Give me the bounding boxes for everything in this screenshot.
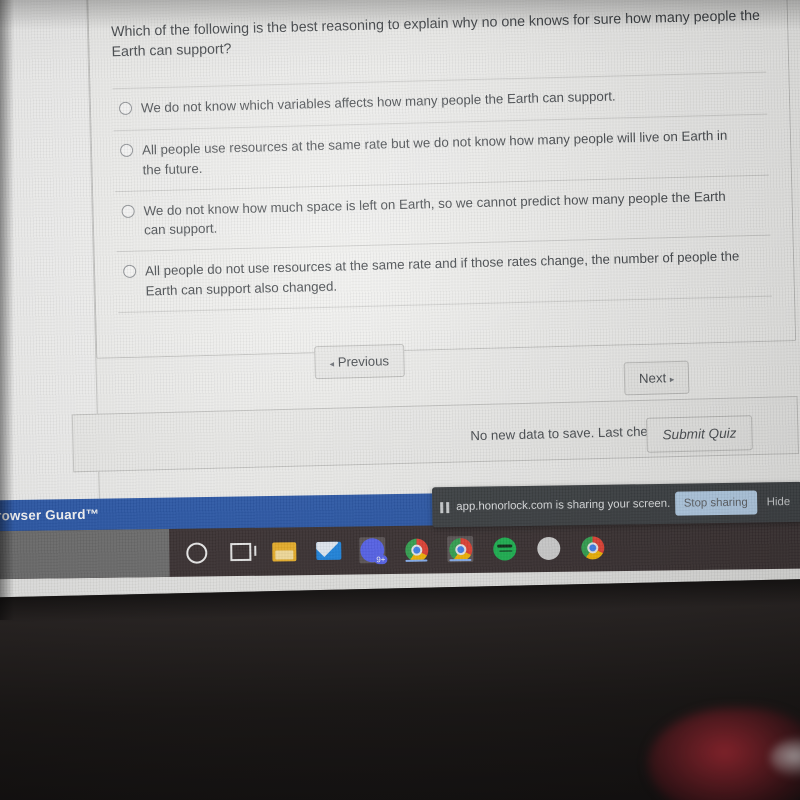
radio-button-icon[interactable]: [121, 204, 135, 218]
spotify-icon[interactable]: [491, 535, 517, 561]
chrome-icon[interactable]: [579, 534, 605, 560]
mail-icon[interactable]: [315, 538, 341, 564]
stop-sharing-button[interactable]: Stop sharing: [674, 490, 757, 516]
task-view-icon[interactable]: [227, 539, 253, 565]
discord-badge: 9+: [374, 555, 388, 565]
radio-button-icon[interactable]: [119, 144, 134, 158]
screen-share-message: app.honorlock.com is sharing your screen…: [456, 497, 671, 513]
taskbar-icons: 9+: [177, 523, 606, 577]
chrome-window-icon-2[interactable]: [447, 535, 474, 563]
previous-button[interactable]: ◂ Previous: [314, 343, 405, 380]
hide-button[interactable]: Hide: [763, 490, 795, 514]
answer-option-label: All people use resources at the same rat…: [141, 127, 728, 178]
chevron-right-icon: ▸: [669, 374, 675, 385]
previous-button-label: Previous: [337, 353, 390, 370]
left-edge-shadow: [0, 0, 14, 620]
answer-options: We do not know which variables affects h…: [112, 71, 772, 314]
radio-button-icon[interactable]: [122, 265, 137, 279]
windows-taskbar[interactable]: 9+: [0, 519, 800, 580]
pause-icon: [440, 501, 450, 513]
app-icon[interactable]: [535, 535, 561, 561]
laptop-screen: ation s ) Question 3 2 pts Which of the …: [0, 0, 800, 607]
answer-option-label: All people do not use resources at the s…: [144, 248, 740, 299]
answer-option-label: We do not know which variables affects h…: [140, 88, 616, 116]
submit-quiz-button[interactable]: Submit Quiz: [646, 415, 753, 453]
browser-guard-label: Browser Guard™: [0, 506, 100, 524]
browser-page: ation s ) Question 3 2 pts Which of the …: [0, 0, 800, 527]
file-explorer-icon[interactable]: [271, 538, 297, 564]
chevron-left-icon: ◂: [329, 358, 335, 369]
radio-button-icon[interactable]: [118, 102, 133, 116]
screen-share-notification: app.honorlock.com is sharing your screen…: [431, 481, 800, 528]
chrome-window-icon[interactable]: [403, 537, 429, 563]
cortana-search-icon[interactable]: [183, 539, 209, 565]
taskbar-open-window[interactable]: [0, 528, 170, 580]
next-button[interactable]: Next ▸: [623, 360, 690, 396]
discord-icon[interactable]: 9+: [359, 537, 388, 565]
question-card: Question 3 2 pts Which of the following …: [85, 0, 797, 359]
question-text: Which of the following is the best reaso…: [110, 7, 761, 61]
next-button-label: Next: [638, 370, 667, 386]
answer-option-label: We do not know how much space is left on…: [143, 188, 726, 238]
question-body: Which of the following is the best reaso…: [88, 0, 796, 358]
photo-of-screen: ation s ) Question 3 2 pts Which of the …: [0, 0, 800, 800]
